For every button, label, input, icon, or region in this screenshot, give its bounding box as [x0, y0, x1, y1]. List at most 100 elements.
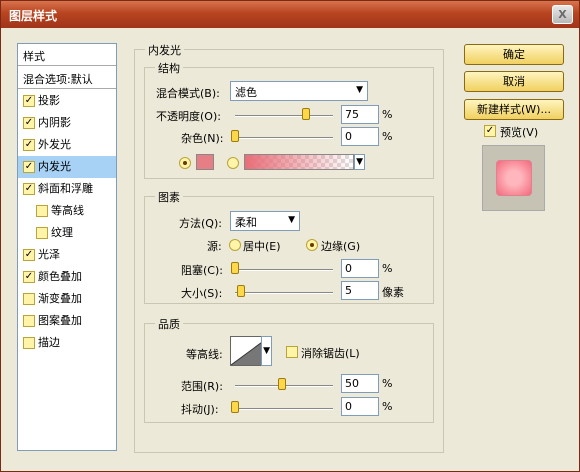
- close-button[interactable]: X: [552, 5, 573, 24]
- contour-dropdown[interactable]: ▼: [261, 336, 272, 366]
- preview-label[interactable]: 预览(V): [500, 124, 538, 140]
- glow-color-swatch[interactable]: [196, 154, 214, 170]
- style-enable-checkbox[interactable]: ✓: [23, 271, 35, 283]
- noise-slider[interactable]: [235, 137, 333, 139]
- choke-slider-thumb[interactable]: [231, 262, 239, 274]
- source-center-label[interactable]: 居中(E): [243, 238, 281, 254]
- styles-header[interactable]: 样式: [18, 44, 116, 66]
- style-list: 样式 混合选项:默认 ✓ 投影 ✓ 内阴影 ✓ 外发光 ✓ 内发光 ✓ 斜面和浮雕 等高线 纹理 ✓ 光泽…: [17, 43, 117, 451]
- style-list-item[interactable]: ✓ 斜面和浮雕: [18, 178, 116, 200]
- size-input[interactable]: 5: [341, 281, 379, 300]
- style-list-item[interactable]: ✓ 内阴影: [18, 112, 116, 134]
- method-value: 柔和: [235, 216, 257, 229]
- choke-input[interactable]: 0: [341, 259, 379, 278]
- jitter-label: 抖动(J):: [181, 403, 219, 416]
- style-list-item[interactable]: 纹理: [18, 222, 116, 244]
- source-center-radio[interactable]: [229, 239, 241, 251]
- style-enable-checkbox[interactable]: [23, 315, 35, 327]
- ok-button[interactable]: 确定: [464, 44, 564, 65]
- panel-title: 内发光: [145, 42, 184, 58]
- style-list-item[interactable]: 图案叠加: [18, 310, 116, 332]
- range-input[interactable]: 50: [341, 374, 379, 393]
- style-enable-checkbox[interactable]: ✓: [23, 117, 35, 129]
- range-label: 范围(R):: [181, 380, 223, 393]
- style-list-item-label: 颜色叠加: [38, 270, 82, 283]
- opacity-slider[interactable]: [235, 115, 333, 117]
- style-list-item[interactable]: 描边: [18, 332, 116, 354]
- method-label: 方法(Q):: [179, 217, 222, 230]
- cancel-button[interactable]: 取消: [464, 71, 564, 92]
- style-enable-checkbox[interactable]: [23, 293, 35, 305]
- source-label: 源:: [207, 240, 222, 253]
- style-enable-checkbox[interactable]: ✓: [23, 139, 35, 151]
- size-slider[interactable]: [235, 292, 333, 294]
- style-enable-checkbox[interactable]: [36, 227, 48, 239]
- antialias-label[interactable]: 消除锯齿(L): [301, 345, 360, 361]
- style-enable-checkbox[interactable]: ✓: [23, 95, 35, 107]
- chevron-down-icon: ▼: [288, 215, 295, 225]
- style-list-item[interactable]: ✓ 内发光: [18, 156, 116, 178]
- choke-slider[interactable]: [235, 269, 333, 271]
- style-list-item[interactable]: ✓ 颜色叠加: [18, 266, 116, 288]
- style-list-item-label: 描边: [38, 336, 60, 349]
- style-list-item-label: 内阴影: [38, 116, 71, 129]
- range-unit: %: [382, 377, 393, 390]
- gradient-radio[interactable]: [227, 157, 239, 169]
- solid-color-radio[interactable]: [179, 157, 191, 169]
- title-bar: 图层样式 X: [1, 1, 579, 28]
- blend-mode-label: 混合模式(B):: [156, 87, 220, 100]
- size-unit: 像素: [382, 286, 404, 299]
- elements-title: 图素: [155, 189, 183, 205]
- style-enable-checkbox[interactable]: [23, 337, 35, 349]
- noise-slider-thumb[interactable]: [231, 130, 239, 142]
- jitter-slider-thumb[interactable]: [231, 401, 239, 413]
- style-list-item-label: 内发光: [38, 160, 71, 173]
- opacity-slider-thumb[interactable]: [301, 108, 310, 120]
- style-list-item[interactable]: ✓ 光泽: [18, 244, 116, 266]
- chevron-down-icon: ▼: [356, 157, 363, 167]
- style-enable-checkbox[interactable]: [36, 205, 48, 217]
- style-list-item-label: 图案叠加: [38, 314, 82, 327]
- style-list-item-label: 光泽: [38, 248, 60, 261]
- source-edge-label[interactable]: 边缘(G): [321, 238, 360, 254]
- noise-input[interactable]: 0: [341, 127, 379, 146]
- choke-label: 阻塞(C):: [181, 264, 223, 277]
- style-list-item-label: 投影: [38, 94, 60, 107]
- style-enable-checkbox[interactable]: ✓: [23, 249, 35, 261]
- size-label: 大小(S):: [181, 287, 223, 300]
- antialias-checkbox[interactable]: [286, 346, 298, 358]
- style-enable-checkbox[interactable]: ✓: [23, 161, 35, 173]
- chevron-down-icon: ▼: [263, 346, 270, 356]
- jitter-unit: %: [382, 400, 393, 413]
- size-slider-thumb[interactable]: [237, 285, 245, 297]
- gradient-dropdown[interactable]: ▼: [354, 154, 365, 170]
- style-list-item[interactable]: ✓ 投影: [18, 90, 116, 112]
- jitter-slider[interactable]: [235, 408, 333, 410]
- glow-gradient-swatch[interactable]: [244, 154, 354, 170]
- blend-mode-value: 滤色: [235, 86, 257, 99]
- style-enable-checkbox[interactable]: ✓: [23, 183, 35, 195]
- method-select[interactable]: 柔和 ▼: [230, 211, 300, 231]
- source-edge-radio[interactable]: [306, 239, 318, 251]
- style-list-item[interactable]: ✓ 外发光: [18, 134, 116, 156]
- style-preview: [482, 145, 545, 211]
- jitter-input[interactable]: 0: [341, 397, 379, 416]
- new-style-button[interactable]: 新建样式(W)...: [464, 99, 564, 120]
- style-list-item[interactable]: 等高线: [18, 200, 116, 222]
- range-slider-thumb[interactable]: [278, 378, 286, 390]
- style-list-item-label: 斜面和浮雕: [38, 182, 93, 195]
- noise-label: 杂色(N):: [181, 132, 224, 145]
- opacity-label: 不透明度(O):: [156, 110, 221, 123]
- quality-title: 品质: [155, 316, 183, 332]
- blend-mode-select[interactable]: 滤色 ▼: [230, 81, 368, 101]
- style-list-item-label: 外发光: [38, 138, 71, 151]
- blending-options-item[interactable]: 混合选项:默认: [18, 67, 116, 89]
- preview-checkbox[interactable]: ✓: [484, 125, 496, 137]
- structure-title: 结构: [155, 60, 183, 76]
- style-list-item-label: 纹理: [51, 226, 73, 239]
- style-list-item-label: 等高线: [51, 204, 84, 217]
- style-list-item[interactable]: 渐变叠加: [18, 288, 116, 310]
- style-list-item-label: 渐变叠加: [38, 292, 82, 305]
- opacity-input[interactable]: 75: [341, 105, 379, 124]
- window-title: 图层样式: [9, 9, 58, 23]
